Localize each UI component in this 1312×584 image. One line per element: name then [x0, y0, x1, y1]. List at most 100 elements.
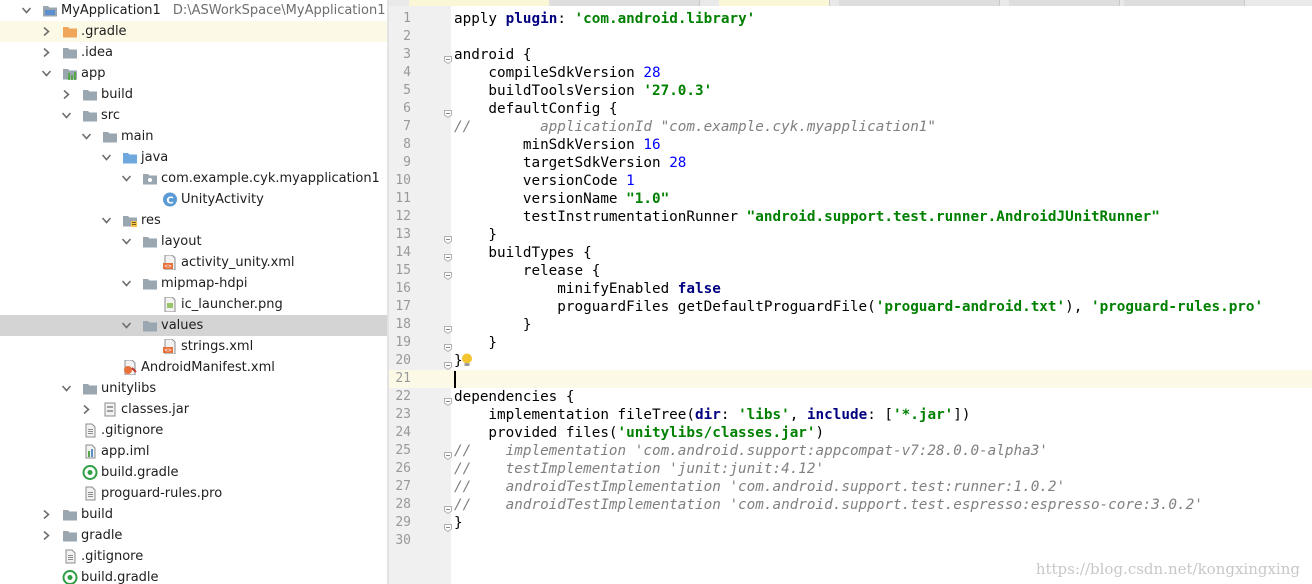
- tree-row[interactable]: MyApplication1 D:\ASWorkSpace\MyApplicati…: [0, 0, 387, 21]
- fold-marker-icon[interactable]: [444, 105, 452, 119]
- code-line[interactable]: 28 // androidTestImplementation 'com.andr…: [389, 496, 1312, 515]
- tree-row[interactable]: .gitignore: [0, 546, 387, 567]
- code-line[interactable]: 4 compileSdkVersion 28: [389, 64, 1312, 82]
- fold-marker-icon[interactable]: [444, 501, 452, 515]
- chevron-down-icon[interactable]: [122, 279, 131, 288]
- chevron-right-icon[interactable]: [42, 531, 51, 540]
- code-line[interactable]: 15 release {: [389, 262, 1312, 281]
- tab-file[interactable]: [719, 0, 830, 6]
- chevron-down-icon[interactable]: [62, 111, 71, 120]
- chevron-down-icon[interactable]: [62, 384, 71, 393]
- tree-row[interactable]: classes.jar: [0, 399, 387, 420]
- tree-row[interactable]: build.gradle: [0, 567, 387, 584]
- code-line[interactable]: 2: [389, 28, 1312, 46]
- code-line[interactable]: 26 // testImplementation 'junit:junit:4.1…: [389, 460, 1312, 478]
- tree-row[interactable]: src: [0, 105, 387, 126]
- tree-row[interactable]: ic_launcher.png: [0, 294, 387, 315]
- code-line[interactable]: 21: [389, 370, 1312, 388]
- chevron-down-icon[interactable]: [122, 321, 131, 330]
- code-line[interactable]: 7 // applicationId "com.example.cyk.myapp…: [389, 118, 1312, 136]
- code-line[interactable]: 25 // implementation 'com.android.support…: [389, 442, 1312, 461]
- tree-row[interactable]: app: [0, 63, 387, 84]
- lightbulb-icon[interactable]: [461, 353, 473, 368]
- tree-row[interactable]: values: [0, 315, 387, 336]
- tree-row[interactable]: <> strings.xml: [0, 336, 387, 357]
- fold-marker-icon[interactable]: [444, 249, 452, 263]
- tree-row[interactable]: AndroidManifest.xml: [0, 357, 387, 378]
- code-line[interactable]: 3 android {: [389, 46, 1312, 65]
- code-line[interactable]: 12 testInstrumentationRunner "android.su…: [389, 208, 1312, 226]
- tree-row[interactable]: mipmap-hdpi: [0, 273, 387, 294]
- class-icon: C: [162, 192, 178, 207]
- fold-marker-icon[interactable]: [444, 393, 452, 407]
- chevron-right-icon[interactable]: [62, 90, 71, 99]
- tree-row[interactable]: unitylibs: [0, 378, 387, 399]
- chevron-right-icon[interactable]: [42, 27, 51, 36]
- tree-row[interactable]: app.iml: [0, 441, 387, 462]
- tree-row[interactable]: res: [0, 210, 387, 231]
- chevron-right-icon[interactable]: [42, 48, 51, 57]
- tree-row[interactable]: .idea: [0, 42, 387, 63]
- tree-row[interactable]: <> activity_unity.xml: [0, 252, 387, 273]
- tree-row[interactable]: com.example.cyk.myapplication1: [0, 168, 387, 189]
- code-editor[interactable]: 1 apply plugin: 'com.android.library' 2 3 an…: [389, 0, 1312, 584]
- tree-row[interactable]: java: [0, 147, 387, 168]
- tree-row[interactable]: main: [0, 126, 387, 147]
- code-line[interactable]: 27 // androidTestImplementation 'com.andr…: [389, 478, 1312, 496]
- chevron-right-icon[interactable]: [82, 405, 91, 414]
- fold-marker-icon[interactable]: [444, 51, 452, 65]
- chevron-down-icon[interactable]: [122, 237, 131, 246]
- fold-marker-icon[interactable]: [444, 321, 452, 335]
- tree-row[interactable]: build: [0, 504, 387, 525]
- tab-xml[interactable]: [1124, 0, 1245, 6]
- code-line[interactable]: 29}: [389, 514, 1312, 533]
- fold-marker-icon[interactable]: [444, 447, 452, 461]
- chevron-down-icon[interactable]: [42, 69, 51, 78]
- tab-xml[interactable]: [1009, 0, 1120, 6]
- code-line[interactable]: 22 dependencies {: [389, 388, 1312, 407]
- line-number: 8: [403, 137, 411, 152]
- chevron-down-icon[interactable]: [122, 174, 131, 183]
- code-line[interactable]: 19 }: [389, 334, 1312, 353]
- code-line[interactable]: 13 }: [389, 226, 1312, 245]
- code-line[interactable]: 20}: [389, 352, 1312, 371]
- folder-icon: [102, 129, 118, 144]
- chevron-down-icon[interactable]: [22, 6, 31, 15]
- code-line[interactable]: 14 buildTypes {: [389, 244, 1312, 263]
- code-line[interactable]: 18 }: [389, 316, 1312, 335]
- tree-row[interactable]: build.gradle: [0, 462, 387, 483]
- code-line[interactable]: 11 versionName "1.0": [389, 190, 1312, 208]
- tab-build-gradle[interactable]: [409, 0, 550, 6]
- chevron-down-icon[interactable]: [102, 216, 111, 225]
- tree-row[interactable]: .gradle: [0, 21, 387, 42]
- code-line[interactable]: 23 implementation fileTree(dir: 'libs', …: [389, 406, 1312, 424]
- chevron-right-icon[interactable]: [42, 510, 51, 519]
- code-line[interactable]: 5 buildToolsVersion '27.0.3': [389, 82, 1312, 100]
- fold-marker-icon[interactable]: [444, 357, 452, 371]
- tree-row[interactable]: proguard-rules.pro: [0, 483, 387, 504]
- tab-unity-activity[interactable]: [549, 0, 700, 6]
- code-line[interactable]: 30: [389, 532, 1312, 550]
- tree-row[interactable]: layout: [0, 231, 387, 252]
- code-line[interactable]: 10 versionCode 1: [389, 172, 1312, 190]
- tree-row[interactable]: C UnityActivity: [0, 189, 387, 210]
- tree-row[interactable]: .gitignore: [0, 420, 387, 441]
- code-line[interactable]: 1 apply plugin: 'com.android.library': [389, 10, 1312, 28]
- chevron-down-icon[interactable]: [102, 153, 111, 162]
- chevron-down-icon[interactable]: [82, 132, 91, 141]
- tree-row[interactable]: build: [0, 84, 387, 105]
- fold-marker-icon[interactable]: [444, 339, 452, 353]
- tree-row[interactable]: gradle: [0, 525, 387, 546]
- code-line[interactable]: 24 provided files('unitylibs/classes.jar…: [389, 424, 1312, 442]
- code-line[interactable]: 9 targetSdkVersion 28: [389, 154, 1312, 172]
- fold-marker-icon[interactable]: [444, 267, 452, 281]
- code-line[interactable]: 8 minSdkVersion 16: [389, 136, 1312, 154]
- code-line[interactable]: 6 defaultConfig {: [389, 100, 1312, 119]
- tab-file[interactable]: [839, 0, 1000, 6]
- code-lines[interactable]: 1 apply plugin: 'com.android.library' 2 3 an…: [389, 10, 1312, 550]
- fold-marker-icon[interactable]: [444, 231, 452, 245]
- fold-marker-icon[interactable]: [444, 519, 452, 533]
- module-icon: [42, 3, 58, 18]
- code-line[interactable]: 17 proguardFiles getDefaultProguardFile(…: [389, 298, 1312, 316]
- code-line[interactable]: 16 minifyEnabled false: [389, 280, 1312, 298]
